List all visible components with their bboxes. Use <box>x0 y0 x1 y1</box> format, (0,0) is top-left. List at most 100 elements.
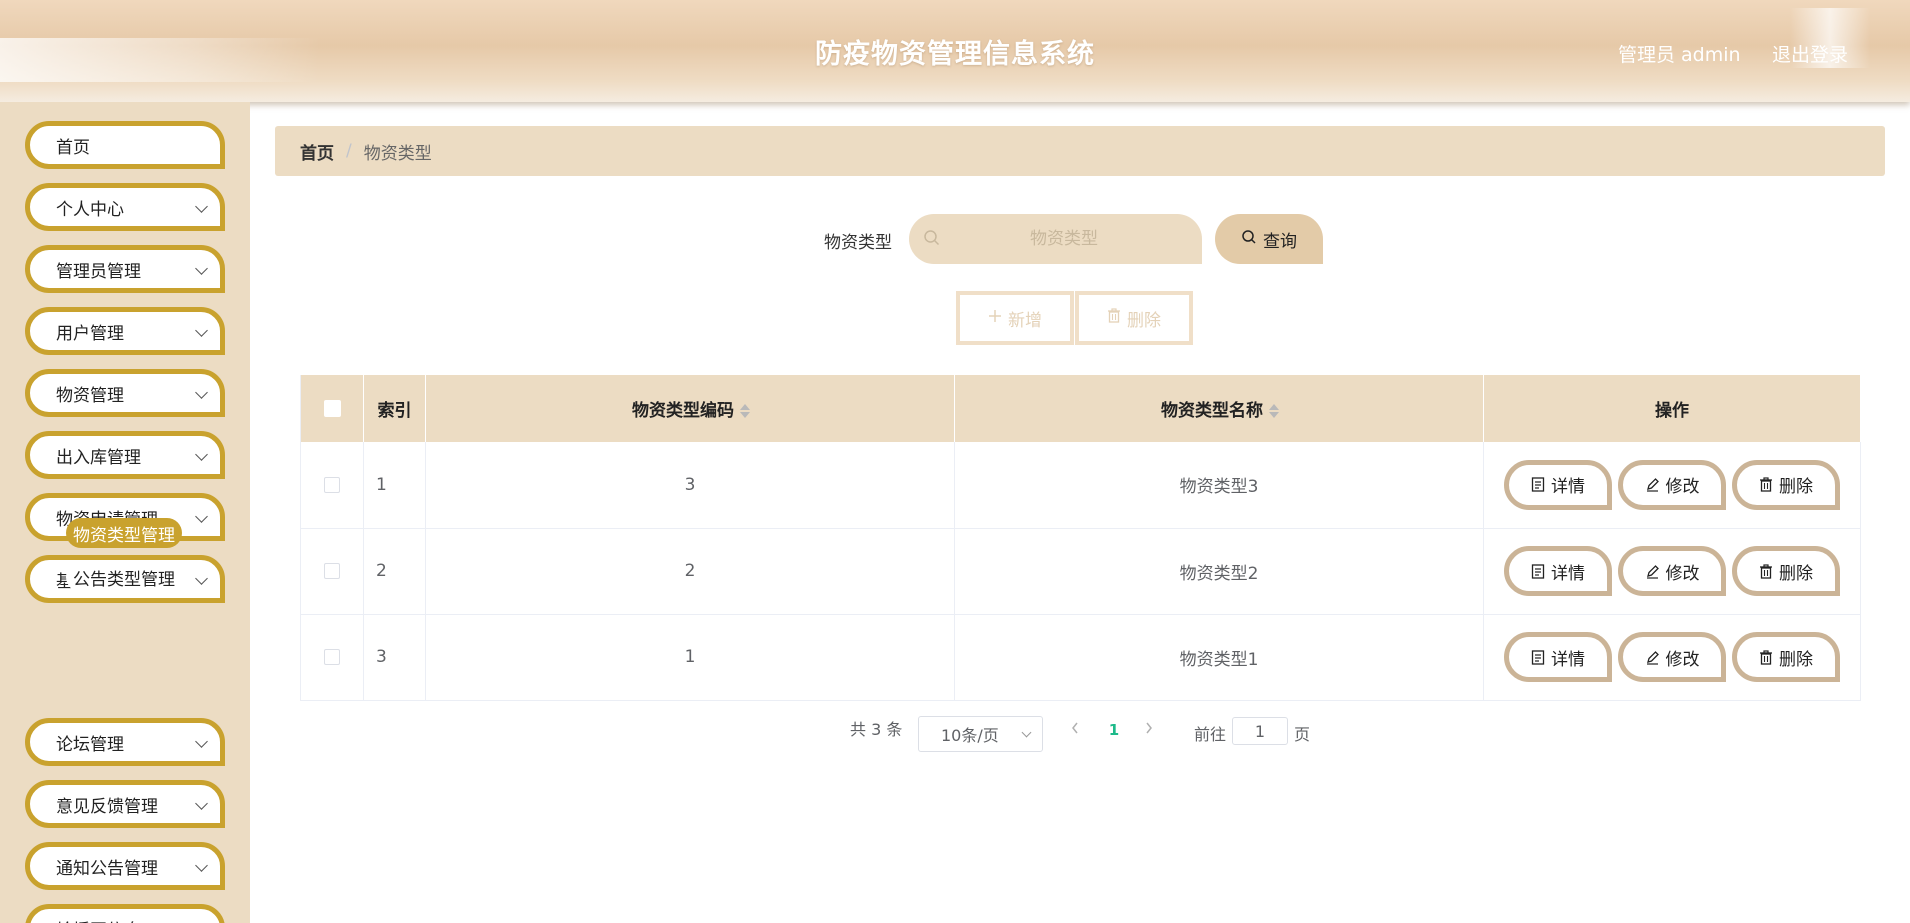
search-icon <box>1241 229 1257 250</box>
document-icon <box>1531 649 1545 665</box>
detail-button[interactable]: 详情 <box>1504 546 1612 596</box>
trash-icon <box>1759 563 1773 579</box>
prev-page-button[interactable] <box>1070 720 1080 739</box>
batch-delete-label: 删除 <box>1127 310 1161 331</box>
goto-suffix: 页 <box>1294 725 1311 744</box>
chevron-down-icon <box>195 859 208 872</box>
edit-button-label: 修改 <box>1665 477 1700 498</box>
trash-icon <box>1107 308 1121 328</box>
edit-button[interactable]: 修改 <box>1618 546 1726 596</box>
app-header: 防疫物资管理信息系统 管理员 admin 退出登录 <box>0 0 1910 102</box>
row-name: 物资类型2 <box>954 528 1484 615</box>
detail-button[interactable]: 详情 <box>1504 459 1612 510</box>
page-size-select[interactable]: 10条/页 <box>918 716 1043 752</box>
table-header-row: 索引 物资类型编码 物资类型名称 操作 <box>300 375 1861 442</box>
row-name: 物资类型3 <box>954 442 1484 529</box>
sidebar-item-user-management[interactable]: 用户管理 <box>25 307 225 355</box>
delete-button[interactable]: 删除 <box>1732 459 1840 510</box>
chevron-down-icon <box>1021 727 1032 738</box>
sidebar-item-personal-center[interactable]: 个人中心 <box>25 183 225 231</box>
chevron-down-icon <box>195 797 208 810</box>
edit-button-label: 修改 <box>1665 649 1700 670</box>
breadcrumb: 首页 / 物资类型 <box>275 126 1885 176</box>
row-index: 3 <box>363 614 426 701</box>
sidebar-item-label: 论坛管理 <box>56 734 124 755</box>
detail-button-label: 详情 <box>1551 477 1585 498</box>
edit-button[interactable]: 修改 <box>1618 459 1726 510</box>
add-button-label: 新增 <box>1008 310 1042 331</box>
row-checkbox[interactable] <box>324 563 340 579</box>
row-index: 2 <box>363 528 426 615</box>
delete-button-label: 删除 <box>1779 649 1813 670</box>
chevron-down-icon <box>195 200 208 213</box>
sidebar-item-admin-management[interactable]: 管理员管理 <box>25 245 225 293</box>
sidebar: 首页个人中心管理员管理用户管理物资管理出入库管理物资申请管理基础数据管理论坛管理… <box>0 102 250 923</box>
chevron-down-icon <box>195 448 208 461</box>
row-checkbox[interactable] <box>324 476 340 493</box>
sidebar-item-label: 出入库管理 <box>56 447 141 468</box>
edit-icon <box>1645 477 1660 492</box>
detail-button[interactable]: 详情 <box>1504 632 1612 682</box>
chevron-down-icon <box>195 262 208 275</box>
delete-button[interactable]: 删除 <box>1732 546 1840 596</box>
breadcrumb-home[interactable]: 首页 <box>300 139 334 164</box>
page-number-current[interactable]: 1 <box>1100 716 1128 744</box>
edit-button[interactable]: 修改 <box>1618 632 1726 682</box>
current-user: 管理员 admin <box>1618 44 1741 66</box>
row-code: 1 <box>425 614 955 701</box>
add-button[interactable]: 新增 <box>956 291 1074 345</box>
chevron-down-icon <box>195 572 208 585</box>
table-row: 3 1 物资类型1 详情 修改 删除 <box>300 614 1861 701</box>
row-actions: 详情 修改 删除 <box>1483 442 1861 529</box>
detail-button-label: 详情 <box>1551 649 1585 670</box>
sidebar-item-forum-management[interactable]: 论坛管理 <box>25 718 225 766</box>
sort-icon[interactable] <box>1269 403 1279 419</box>
search-field[interactable] <box>909 214 1202 264</box>
goto-page-input[interactable] <box>1232 717 1288 745</box>
breadcrumb-separator: / <box>346 141 352 161</box>
column-header-code-label: 物资类型编码 <box>632 401 734 421</box>
sidebar-item-carousel-info[interactable]: 轮播图信息 <box>25 904 225 923</box>
sidebar-item-label: 首页 <box>56 137 90 158</box>
logout-link[interactable]: 退出登录 <box>1772 40 1848 67</box>
edit-icon <box>1645 650 1660 665</box>
sidebar-item-inout-management[interactable]: 出入库管理 <box>25 431 225 479</box>
column-header-index: 索引 <box>363 375 426 442</box>
sort-icon[interactable] <box>740 403 750 419</box>
delete-button[interactable]: 删除 <box>1732 632 1840 682</box>
sidebar-item-label: 轮播图信息 <box>56 916 141 923</box>
edit-button-label: 修改 <box>1665 563 1700 584</box>
sidebar-item-feedback-management[interactable]: 意见反馈管理 <box>25 780 225 828</box>
sidebar-item-label: 物资管理 <box>56 385 124 406</box>
row-checkbox[interactable] <box>324 649 340 665</box>
sidebar-item-label: 通知公告管理 <box>56 858 158 879</box>
data-table: 索引 物资类型编码 物资类型名称 操作 1 3 物资类型3 详情 修改 删除 2 2 物资类型2… <box>300 375 1861 701</box>
document-icon <box>1531 563 1545 579</box>
search-input[interactable] <box>949 214 1179 264</box>
table-row: 1 3 物资类型3 详情 修改 删除 <box>300 442 1861 529</box>
row-actions: 详情 修改 删除 <box>1483 528 1861 615</box>
chevron-down-icon <box>195 324 208 337</box>
next-page-button[interactable] <box>1144 720 1154 739</box>
column-header-code[interactable]: 物资类型编码 <box>425 375 955 442</box>
sidebar-item-notice-management[interactable]: 通知公告管理 <box>25 842 225 890</box>
column-header-name[interactable]: 物资类型名称 <box>954 375 1484 442</box>
edit-icon <box>1645 564 1660 579</box>
chevron-down-icon <box>195 386 208 399</box>
chevron-down-icon <box>195 510 208 523</box>
sidebar-item-label: 管理员管理 <box>56 261 141 282</box>
query-button[interactable]: 查询 <box>1215 214 1323 264</box>
sidebar-subitem-notice-type-management[interactable]: 公告类型管理 <box>66 562 182 592</box>
sidebar-item-label: 用户管理 <box>56 323 124 344</box>
breadcrumb-current: 物资类型 <box>363 143 432 164</box>
sidebar-item-supplies-management[interactable]: 物资管理 <box>25 369 225 417</box>
row-actions: 详情 修改 删除 <box>1483 614 1861 701</box>
row-name: 物资类型1 <box>954 614 1484 701</box>
sidebar-item-home[interactable]: 首页 <box>25 121 225 169</box>
select-all-checkbox[interactable] <box>323 400 341 417</box>
trash-icon <box>1759 649 1773 665</box>
row-select-cell <box>300 614 364 701</box>
delete-button-label: 删除 <box>1779 563 1813 584</box>
sidebar-subitem-supplies-type-management[interactable]: 物资类型管理 <box>66 518 182 548</box>
batch-delete-button[interactable]: 删除 <box>1075 291 1193 345</box>
